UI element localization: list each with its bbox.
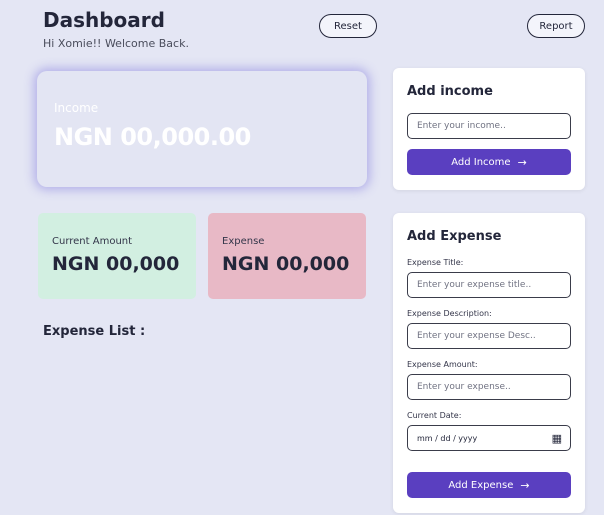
- add-income-button-label: Add Income: [451, 156, 511, 168]
- expense-title-input[interactable]: [407, 272, 571, 298]
- expense-description-input[interactable]: [407, 323, 571, 349]
- arrow-right-icon: →: [517, 155, 527, 169]
- expense-card: Expense NGN 00,000: [208, 213, 366, 299]
- income-card: Income NGN 00,000.00: [37, 71, 367, 187]
- expense-value: NGN 00,000: [222, 253, 350, 275]
- add-expense-title: Add Expense: [407, 229, 502, 244]
- expense-amount-input[interactable]: [407, 374, 571, 400]
- income-value: NGN 00,000.00: [54, 123, 251, 151]
- add-income-button[interactable]: Add Income →: [407, 149, 571, 175]
- expense-list-title: Expense List :: [43, 324, 146, 339]
- current-amount-value: NGN 00,000: [52, 253, 180, 275]
- add-expense-panel: Add Expense Expense Title: Expense Descr…: [393, 213, 585, 513]
- date-input-value: mm / dd / yyyy: [417, 433, 478, 443]
- income-label: Income: [54, 101, 99, 115]
- current-amount-card: Current Amount NGN 00,000: [38, 213, 196, 299]
- calendar-icon[interactable]: ▦: [552, 432, 562, 445]
- arrow-right-icon: →: [520, 478, 530, 492]
- expense-description-label: Expense Description:: [407, 309, 492, 318]
- report-button[interactable]: Report: [527, 14, 585, 38]
- current-amount-label: Current Amount: [52, 236, 133, 247]
- add-expense-button[interactable]: Add Expense →: [407, 472, 571, 498]
- add-expense-button-label: Add Expense: [448, 479, 514, 491]
- add-income-title: Add income: [407, 84, 493, 99]
- current-date-label: Current Date:: [407, 411, 462, 420]
- welcome-message: Hi Xomie!! Welcome Back.: [43, 37, 189, 50]
- reset-button[interactable]: Reset: [319, 14, 377, 38]
- date-input[interactable]: mm / dd / yyyy ▦: [407, 425, 571, 451]
- expense-amount-label: Expense Amount:: [407, 360, 478, 369]
- expense-title-label: Expense Title:: [407, 258, 464, 267]
- expense-label: Expense: [222, 236, 265, 247]
- add-income-panel: Add income Add Income →: [393, 68, 585, 190]
- page-title: Dashboard: [43, 8, 165, 32]
- income-input[interactable]: [407, 113, 571, 139]
